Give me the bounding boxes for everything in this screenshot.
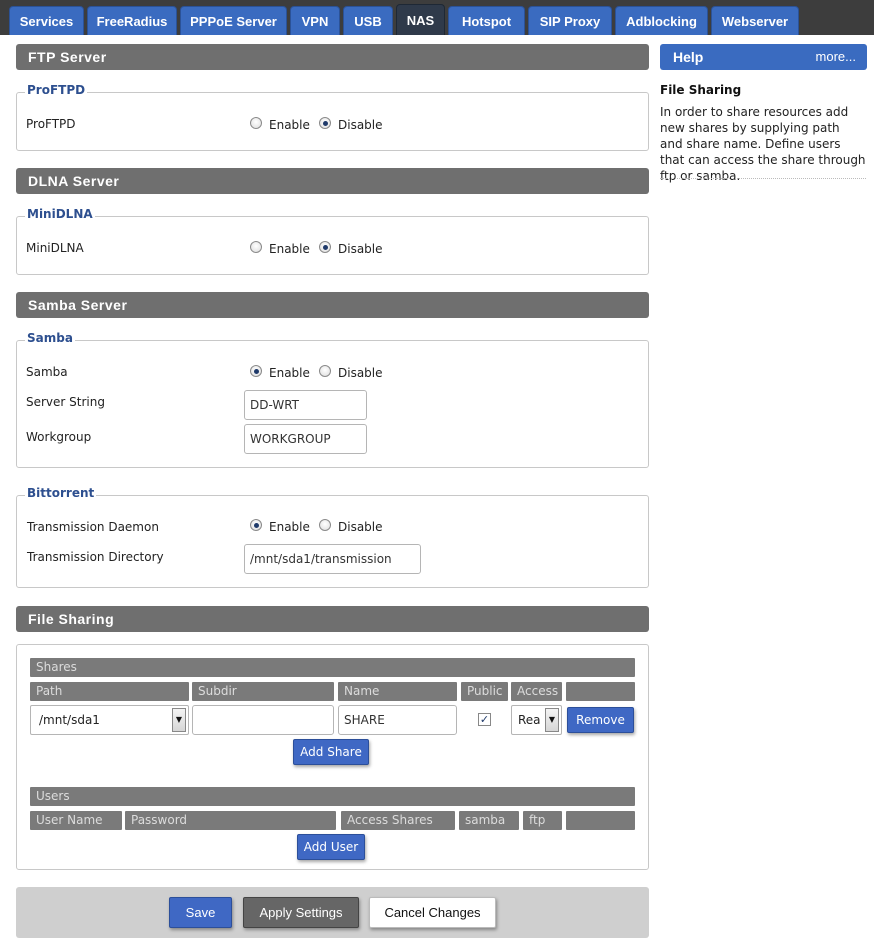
add-share-button[interactable]: Add Share [293, 739, 369, 765]
help-divider [660, 178, 866, 179]
tab-webserver[interactable]: Webserver [711, 6, 799, 35]
minidlna-enable-radio[interactable] [250, 241, 262, 253]
workgroup-label: Workgroup [26, 430, 92, 444]
tab-hotspot[interactable]: Hotspot [448, 6, 525, 35]
add-user-button[interactable]: Add User [297, 834, 365, 860]
workgroup-input[interactable]: WORKGROUP [244, 424, 367, 454]
cancel-changes-button[interactable]: Cancel Changes [369, 897, 496, 928]
minidlna-disable-radio[interactable] [319, 241, 331, 253]
transmission-directory-input[interactable]: /mnt/sda1/transmission [244, 544, 421, 574]
samba-disable-radio[interactable] [319, 365, 331, 377]
minidlna-legend: MiniDLNA [25, 207, 95, 221]
minidlna-fieldset [16, 216, 649, 275]
users-title: Users [30, 787, 635, 806]
share-path-select[interactable]: /mnt/sda1 ▼ [30, 705, 189, 735]
shares-col-path: Path [30, 682, 189, 701]
help-title-label: Help [673, 49, 704, 65]
chevron-down-icon: ▼ [545, 708, 559, 732]
shares-col-name: Name [338, 682, 457, 701]
tab-services[interactable]: Services [9, 6, 84, 35]
proftpd-fieldset [16, 92, 649, 151]
transmission-enable-radio[interactable] [250, 519, 262, 531]
minidlna-enable-label: Enable [269, 242, 310, 256]
samba-legend: Samba [25, 331, 75, 345]
transmission-directory-label: Transmission Directory [27, 550, 164, 564]
proftpd-legend: ProFTPD [25, 83, 88, 97]
tab-pppoe-server[interactable]: PPPoE Server [180, 6, 287, 35]
users-col-actions [566, 811, 635, 830]
share-subdir-input[interactable] [192, 705, 334, 735]
samba-server-header: Samba Server [16, 292, 649, 318]
help-header: Help more... [660, 44, 867, 70]
tab-usb[interactable]: USB [343, 6, 393, 35]
shares-col-access: Access [511, 682, 562, 701]
file-sharing-header: File Sharing [16, 606, 649, 632]
users-col-access-shares: Access Shares [341, 811, 455, 830]
help-text: In order to share resources add new shar… [660, 105, 866, 183]
share-path-value: /mnt/sda1 [39, 713, 100, 727]
transmission-enable-label: Enable [269, 520, 310, 534]
share-public-checkbox[interactable]: ✓ [478, 713, 491, 726]
users-col-password: Password [125, 811, 336, 830]
tab-sip-proxy[interactable]: SIP Proxy [528, 6, 612, 35]
shares-col-public: Public [461, 682, 508, 701]
tab-nas[interactable]: NAS [396, 4, 445, 35]
apply-settings-button[interactable]: Apply Settings [243, 897, 359, 928]
minidlna-disable-label: Disable [338, 242, 383, 256]
shares-title: Shares [30, 658, 635, 677]
ftp-server-header: FTP Server [16, 44, 649, 70]
samba-enable-radio[interactable] [250, 365, 262, 377]
shares-col-subdir: Subdir [192, 682, 334, 701]
transmission-daemon-label: Transmission Daemon [27, 520, 159, 534]
proftpd-enable-radio[interactable] [250, 117, 262, 129]
chevron-down-icon: ▼ [172, 708, 186, 732]
samba-disable-label: Disable [338, 366, 383, 380]
users-col-username: User Name [30, 811, 122, 830]
tab-vpn[interactable]: VPN [290, 6, 340, 35]
users-col-samba: samba [459, 811, 519, 830]
samba-enable-label: Enable [269, 366, 310, 380]
proftpd-label: ProFTPD [26, 117, 76, 131]
save-button[interactable]: Save [169, 897, 232, 928]
minidlna-label: MiniDLNA [26, 241, 84, 255]
bittorrent-fieldset [16, 495, 649, 588]
help-topic-title: File Sharing [660, 83, 742, 97]
share-access-select[interactable]: Rea ▼ [511, 705, 562, 735]
remove-share-button[interactable]: Remove [567, 707, 634, 733]
top-tab-bar: Services FreeRadius PPPoE Server VPN USB… [0, 0, 874, 35]
bittorrent-legend: Bittorrent [25, 486, 97, 500]
transmission-disable-radio[interactable] [319, 519, 331, 531]
dlna-server-header: DLNA Server [16, 168, 649, 194]
transmission-disable-label: Disable [338, 520, 383, 534]
proftpd-disable-label: Disable [338, 118, 383, 132]
tab-adblocking[interactable]: Adblocking [615, 6, 708, 35]
users-col-ftp: ftp [523, 811, 562, 830]
action-bar: Save Apply Settings Cancel Changes [16, 887, 649, 938]
share-access-value: Rea [518, 713, 541, 727]
help-more-link[interactable]: more... [816, 44, 856, 70]
server-string-input[interactable]: DD-WRT [244, 390, 367, 420]
samba-label: Samba [26, 365, 68, 379]
tab-freeradius[interactable]: FreeRadius [87, 6, 177, 35]
share-name-input[interactable]: SHARE [338, 705, 457, 735]
proftpd-disable-radio[interactable] [319, 117, 331, 129]
proftpd-enable-label: Enable [269, 118, 310, 132]
server-string-label: Server String [26, 395, 105, 409]
shares-col-actions [566, 682, 635, 701]
